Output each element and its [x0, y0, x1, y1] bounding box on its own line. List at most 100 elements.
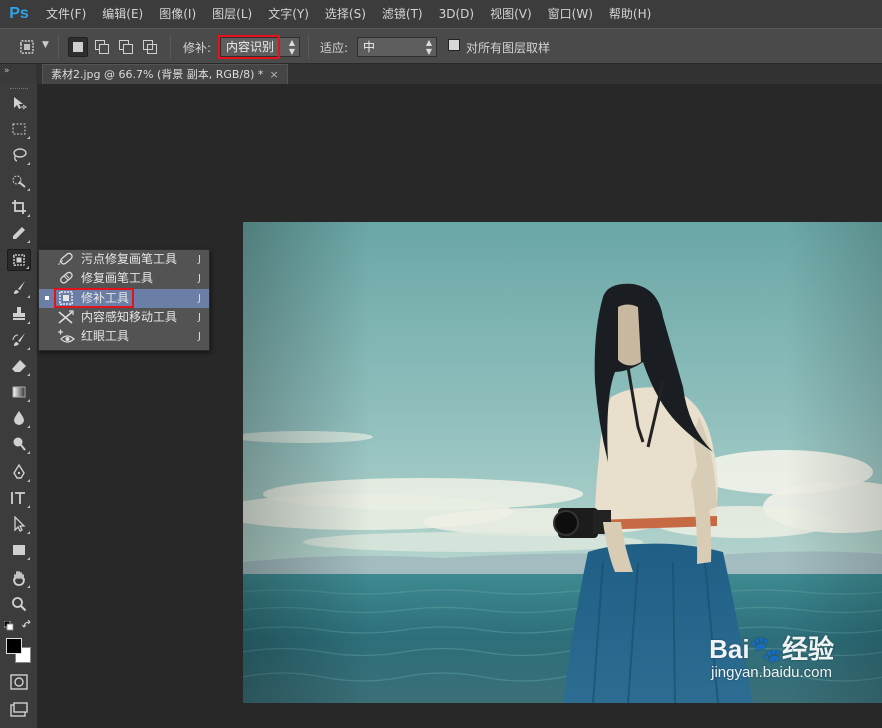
adaptation-select[interactable]: 中 ▲ ▼	[357, 37, 437, 57]
tool-preset-caret-icon[interactable]: ▼	[42, 40, 49, 50]
submenu-indicator	[27, 162, 30, 165]
close-tab-icon[interactable]: ×	[269, 68, 278, 81]
brush-tool[interactable]	[7, 277, 31, 299]
eraser-tool[interactable]	[7, 355, 31, 377]
submenu-indicator	[27, 136, 30, 139]
menu-view[interactable]: 视图(V)	[482, 0, 540, 28]
quick-selection-tool[interactable]	[7, 170, 31, 192]
eyedropper-tool[interactable]	[7, 222, 31, 244]
patch-mode-label: 修补:	[183, 41, 212, 55]
healing-tools[interactable]	[7, 249, 31, 271]
lasso-icon	[13, 148, 27, 162]
flyout-item-spot-healing-brush[interactable]: 污点修复画笔工具 J	[39, 250, 209, 269]
menu-select[interactable]: 选择(S)	[317, 0, 374, 28]
options-divider	[308, 35, 309, 59]
flyout-item-shortcut: J	[198, 293, 201, 304]
menu-file[interactable]: 文件(F)	[38, 0, 94, 28]
rect-marquee-icon	[12, 123, 26, 135]
type-tool[interactable]	[7, 487, 31, 509]
submenu-indicator	[27, 347, 30, 350]
menu-help[interactable]: 帮助(H)	[601, 0, 659, 28]
flyout-item-label: 污点修复画笔工具	[81, 252, 178, 266]
highlight-box	[218, 35, 280, 59]
screen-mode-icon[interactable]	[10, 702, 28, 718]
flyout-item-shortcut: J	[198, 331, 201, 342]
flyout-item-healing-brush[interactable]: 修复画笔工具 J	[39, 269, 209, 288]
toolbox	[0, 84, 38, 728]
submenu-indicator	[27, 451, 30, 454]
foreground-color-swatch[interactable]	[6, 638, 22, 654]
subtract-selection-icon-2	[123, 44, 133, 54]
brush-icon	[14, 281, 25, 294]
crop-icon	[12, 200, 26, 214]
dodge-tool[interactable]	[7, 433, 31, 455]
flyout-item-label: 修复画笔工具	[81, 271, 154, 285]
move-tool[interactable]	[7, 92, 31, 114]
options-divider	[170, 35, 171, 59]
submenu-indicator	[27, 240, 30, 243]
gradient-icon	[12, 386, 26, 398]
patch-tool-preset-icon[interactable]	[18, 38, 36, 56]
new-selection-button[interactable]	[68, 37, 88, 57]
submenu-indicator	[26, 266, 29, 269]
gradient-tool[interactable]	[7, 381, 31, 403]
add-selection-icon-2	[99, 44, 109, 54]
submenu-indicator	[27, 295, 30, 298]
flyout-item-content-aware-move[interactable]: 内容感知移动工具 J	[39, 308, 209, 327]
hand-tool[interactable]	[7, 567, 31, 589]
blur-drop-icon	[14, 411, 24, 425]
document-image[interactable]: Bai🐾经验 jingyan.baidu.com	[243, 222, 882, 703]
menu-bar: Ps 文件(F) 编辑(E) 图像(I) 图层(L) 文字(Y) 选择(S) 滤…	[0, 0, 882, 28]
flyout-item-shortcut: J	[198, 273, 201, 284]
lasso-tool[interactable]	[7, 144, 31, 166]
menu-window[interactable]: 窗口(W)	[540, 0, 601, 28]
sample-all-layers-checkbox[interactable]	[448, 39, 460, 51]
zoom-icon	[12, 597, 27, 612]
shape-tool[interactable]	[7, 539, 31, 561]
menu-image[interactable]: 图像(I)	[151, 0, 204, 28]
menu-type[interactable]: 文字(Y)	[260, 0, 317, 28]
toolbox-grip	[10, 88, 28, 90]
pen-tool[interactable]	[7, 461, 31, 483]
flyout-item-red-eye[interactable]: 红眼工具 J	[39, 327, 209, 346]
path-selection-tool[interactable]	[7, 513, 31, 535]
marquee-tool[interactable]	[7, 118, 31, 140]
menu-layer[interactable]: 图层(L)	[204, 0, 260, 28]
add-to-selection-button[interactable]	[92, 37, 112, 57]
submenu-indicator	[27, 399, 30, 402]
blur-tool[interactable]	[7, 407, 31, 429]
history-brush-icon	[12, 333, 25, 346]
toolbox-collapse-icon[interactable]: »	[0, 64, 36, 84]
menu-edit[interactable]: 编辑(E)	[94, 0, 151, 28]
menu-filter[interactable]: 滤镜(T)	[374, 0, 431, 28]
move-icon	[14, 97, 27, 110]
flyout-item-shortcut: J	[198, 254, 201, 265]
document-tab[interactable]: 素材2.jpg @ 66.7% (背景 副本, RGB/8) * ×	[42, 64, 288, 84]
intersect-selection-button[interactable]	[140, 37, 160, 57]
clone-stamp-tool[interactable]	[7, 303, 31, 325]
subtract-from-selection-button[interactable]	[116, 37, 136, 57]
hand-icon	[13, 571, 25, 586]
options-divider	[58, 35, 59, 59]
adaptation-label: 适应:	[320, 41, 349, 55]
quick-selection-icon	[12, 175, 26, 188]
watermark-url: jingyan.baidu.com	[711, 664, 833, 681]
options-bar: ▼ 修补: 内容识别 ▲ ▼ 适应: 中 ▲ ▼ 对所有图层取样	[0, 28, 882, 64]
zoom-tool[interactable]	[7, 593, 31, 615]
watermark: Bai🐾经验 jingyan.baidu.com	[709, 629, 834, 681]
sample-all-layers-label: 对所有图层取样	[466, 41, 551, 55]
adaptation-value: 中	[363, 40, 376, 54]
new-selection-icon	[73, 42, 83, 52]
menu-3d[interactable]: 3D(D)	[431, 0, 482, 28]
history-brush-tool[interactable]	[7, 329, 31, 351]
eraser-icon	[12, 360, 26, 372]
submenu-indicator	[27, 188, 30, 191]
path-selection-icon	[14, 516, 26, 532]
default-colors-icon[interactable]	[4, 621, 14, 631]
eyedropper-icon	[13, 227, 25, 239]
crop-tool[interactable]	[7, 196, 31, 218]
submenu-indicator	[27, 321, 30, 324]
quick-mask-icon[interactable]	[10, 674, 28, 690]
swap-colors-icon[interactable]	[22, 620, 34, 630]
submenu-indicator	[27, 425, 30, 428]
